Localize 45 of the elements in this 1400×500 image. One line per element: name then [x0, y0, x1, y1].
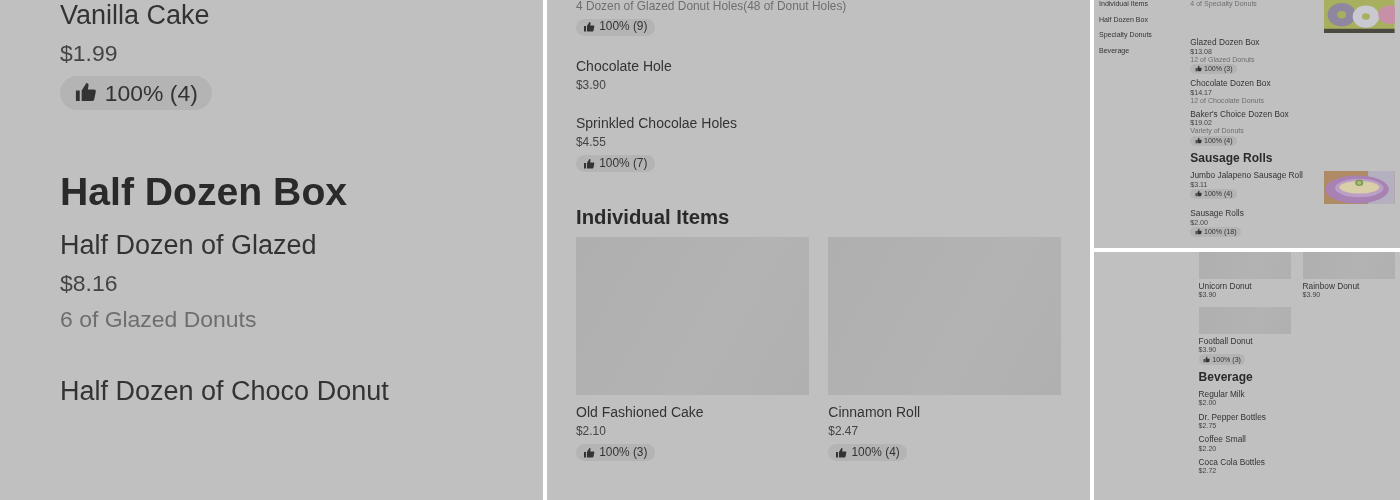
rating-text: 100% (7): [599, 156, 648, 171]
item-name[interactable]: Sprinkled Chocolae Holes: [576, 115, 738, 132]
section-title: Sausage Rolls: [1190, 152, 1274, 167]
item-price: $1.99: [60, 40, 118, 67]
item-name[interactable]: Old Fashioned Cake: [576, 404, 704, 421]
item-name[interactable]: Half Dozen of Glazed: [60, 229, 317, 261]
item-price: $8.16: [60, 270, 118, 297]
rating-text: 100% (3): [599, 445, 648, 460]
item-price: $3.90: [576, 79, 606, 93]
thumbs-up-icon: [1194, 65, 1202, 73]
thumbs-up-icon: [583, 157, 595, 170]
item-name[interactable]: Dr. Pepper Bottles: [1198, 412, 1266, 423]
item-name[interactable]: Baker's Choice Dozen Box: [1190, 109, 1289, 120]
section-title: Half Dozen Box: [60, 168, 349, 214]
item-description: 4 Dozen of Glazed Donut Holes(48 of Donut Holes): [576, 0, 847, 14]
section-title: Individual Items: [576, 205, 731, 229]
item-price: $4.55: [576, 136, 606, 150]
item-name[interactable]: Football Donut: [1198, 336, 1253, 347]
item-name[interactable]: Regular Milk: [1198, 389, 1245, 400]
item-name[interactable]: Vanilla Cake: [60, 0, 210, 32]
thumbs-up-icon: [1202, 356, 1210, 364]
thumbs-up-icon: [835, 446, 848, 459]
item-price: $2.47: [828, 425, 859, 440]
item-description: 6 of Glazed Donuts: [60, 305, 257, 333]
thumbs-up-icon: [1194, 190, 1202, 198]
item-name[interactable]: Cinnamon Roll: [828, 404, 921, 421]
item-name[interactable]: Chocolate Dozen Box: [1190, 79, 1271, 89]
item-name[interactable]: Half Dozen of Choco Donut: [60, 375, 389, 407]
thumbs-up-icon: [583, 446, 595, 459]
item-price: $2.10: [576, 425, 606, 440]
rating-text: 100% (4): [104, 79, 198, 107]
item-name[interactable]: Jumbo Jalapeno Sausage Roll: [1190, 171, 1303, 181]
section-title: Beverage: [1198, 371, 1254, 386]
item-name[interactable]: Unicorn Donut: [1198, 281, 1252, 292]
rating-text: 100% (9): [599, 20, 648, 35]
item-name[interactable]: Coca Cola Bottles: [1198, 457, 1265, 468]
item-name[interactable]: Glazed Dozen Box: [1190, 38, 1260, 48]
item-name[interactable]: Chocolate Hole: [576, 58, 672, 75]
item-name[interactable]: Sausage Rolls: [1190, 209, 1244, 219]
thumbs-up-icon: [583, 21, 595, 34]
thumbs-up-icon: [1194, 137, 1202, 145]
rating-text: 100% (4): [851, 445, 900, 460]
thumbs-up-icon: [1194, 228, 1202, 236]
item-name[interactable]: Rainbow Donut: [1302, 281, 1360, 292]
item-name[interactable]: Coffee Small: [1198, 435, 1246, 445]
